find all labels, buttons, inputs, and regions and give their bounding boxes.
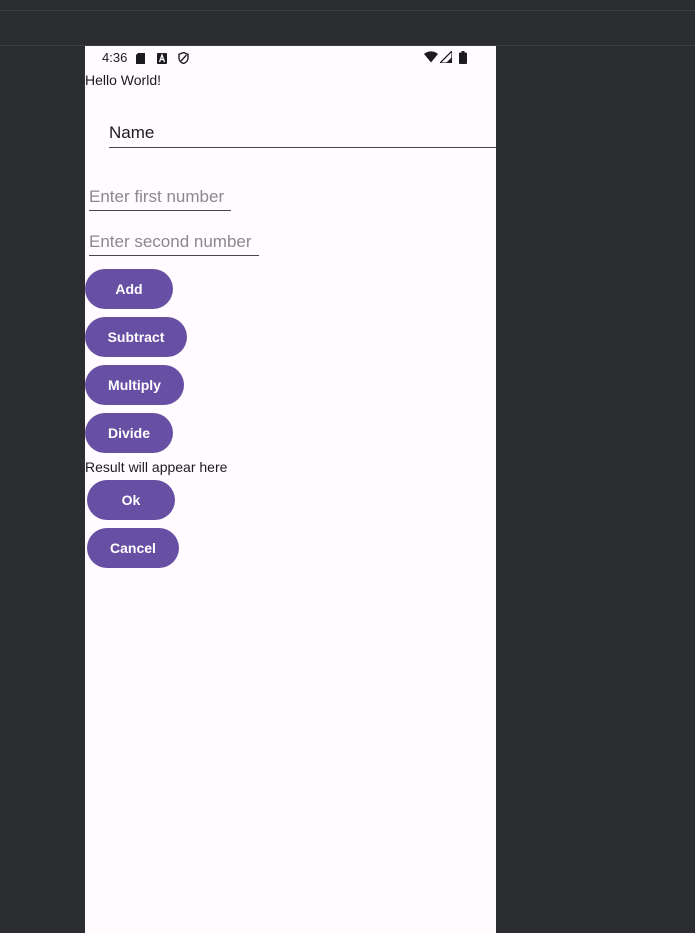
divide-button[interactable]: Divide: [85, 413, 173, 453]
emulator-screen: 4:36 Hello World! Name Add Subtract Mult…: [85, 46, 496, 933]
result-text: Result will appear here: [85, 459, 228, 475]
second-number-input[interactable]: [89, 229, 259, 256]
first-number-input[interactable]: [89, 184, 231, 211]
a-badge-icon: [157, 52, 167, 67]
cancel-button[interactable]: Cancel: [87, 528, 179, 568]
multiply-button[interactable]: Multiply: [85, 365, 184, 405]
wifi-icon: [424, 51, 438, 66]
status-time: 4:36: [102, 50, 128, 65]
ide-title-bar: [0, 0, 695, 11]
name-field[interactable]: Name: [109, 120, 496, 148]
battery-icon: [459, 51, 467, 67]
status-bar: 4:36: [85, 46, 496, 70]
add-button[interactable]: Add: [85, 269, 173, 309]
ide-toolbar: [0, 11, 695, 46]
subtract-button[interactable]: Subtract: [85, 317, 187, 357]
hello-text: Hello World!: [85, 72, 161, 88]
sd-card-icon: [136, 52, 146, 67]
shield-icon: [178, 51, 189, 67]
signal-icon: [438, 49, 453, 66]
name-field-value: Name: [109, 123, 155, 142]
ok-button[interactable]: Ok: [87, 480, 175, 520]
